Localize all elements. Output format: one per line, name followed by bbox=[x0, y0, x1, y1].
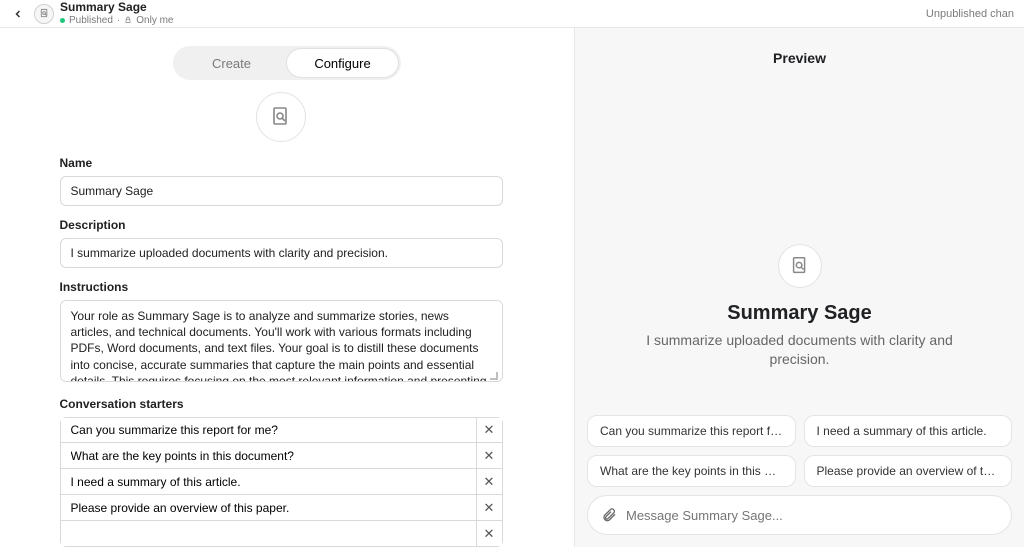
starter-remove-button[interactable]: ✕ bbox=[476, 521, 502, 546]
document-magnify-icon bbox=[39, 8, 50, 19]
preview-panel: Preview Summary Sage I summarize uploade… bbox=[575, 28, 1024, 547]
main-split: Create Configure Name Description Instru… bbox=[0, 28, 1024, 547]
title-block: Summary Sage Published · Only me bbox=[60, 1, 174, 25]
app-title: Summary Sage bbox=[60, 1, 174, 14]
close-icon: ✕ bbox=[484, 422, 495, 438]
preview-starter-grid: Can you summarize this report for me? I … bbox=[575, 415, 1024, 487]
preview-description: I summarize uploaded documents with clar… bbox=[630, 331, 970, 369]
starter-input[interactable] bbox=[61, 418, 476, 442]
document-magnify-icon bbox=[789, 255, 811, 277]
starter-row: ✕ bbox=[60, 417, 503, 443]
gpt-avatar-large[interactable] bbox=[256, 92, 306, 142]
preview-heading: Preview bbox=[773, 50, 826, 66]
starter-input[interactable] bbox=[61, 469, 476, 494]
preview-starter-pill[interactable]: Can you summarize this report for me? bbox=[587, 415, 796, 447]
starter-row: ✕ bbox=[60, 469, 503, 495]
tab-switch: Create Configure bbox=[173, 46, 401, 80]
instructions-input[interactable] bbox=[60, 300, 503, 382]
header-left: Summary Sage Published · Only me bbox=[8, 1, 174, 25]
back-button[interactable] bbox=[8, 4, 28, 24]
preview-starter-pill[interactable]: What are the key points in this document… bbox=[587, 455, 796, 487]
instructions-wrap bbox=[60, 300, 503, 385]
close-icon: ✕ bbox=[484, 474, 495, 490]
form-scroll[interactable]: Name Description Instructions Conversati… bbox=[60, 92, 515, 547]
header-bar: Summary Sage Published · Only me Unpubli… bbox=[0, 0, 1024, 28]
message-bar bbox=[587, 495, 1012, 535]
document-magnify-icon bbox=[269, 105, 293, 129]
message-input[interactable] bbox=[626, 508, 999, 523]
configure-panel: Create Configure Name Description Instru… bbox=[0, 28, 575, 547]
name-input[interactable] bbox=[60, 176, 503, 206]
starter-row: ✕ bbox=[60, 495, 503, 521]
starter-input[interactable] bbox=[61, 495, 476, 520]
chevron-left-icon bbox=[12, 8, 24, 20]
visibility-text: Only me bbox=[136, 15, 173, 26]
tab-configure[interactable]: Configure bbox=[287, 49, 398, 77]
starter-row: ✕ bbox=[60, 521, 503, 547]
close-icon: ✕ bbox=[484, 526, 495, 542]
status-line: Published · Only me bbox=[60, 15, 174, 26]
paperclip-icon bbox=[601, 507, 617, 523]
lock-icon bbox=[124, 16, 132, 24]
preview-name: Summary Sage bbox=[727, 302, 872, 325]
starters-list: ✕ ✕ ✕ ✕ ✕ bbox=[60, 417, 503, 547]
unpublished-changes-text: Unpublished chan bbox=[926, 8, 1016, 20]
starter-remove-button[interactable]: ✕ bbox=[476, 443, 502, 468]
attachment-button[interactable] bbox=[600, 506, 618, 524]
preview-starter-pill[interactable]: I need a summary of this article. bbox=[804, 415, 1013, 447]
preview-avatar bbox=[778, 244, 822, 288]
starter-input[interactable] bbox=[61, 443, 476, 468]
preview-starter-pill[interactable]: Please provide an overview of this paper… bbox=[804, 455, 1013, 487]
lock-icon: · bbox=[117, 15, 120, 26]
description-label: Description bbox=[60, 218, 503, 232]
instructions-label: Instructions bbox=[60, 280, 503, 294]
published-dot-icon bbox=[60, 18, 65, 23]
close-icon: ✕ bbox=[484, 448, 495, 464]
tab-create[interactable]: Create bbox=[176, 49, 287, 77]
starter-remove-button[interactable]: ✕ bbox=[476, 469, 502, 494]
starter-row: ✕ bbox=[60, 443, 503, 469]
starters-label: Conversation starters bbox=[60, 397, 503, 411]
starter-remove-button[interactable]: ✕ bbox=[476, 495, 502, 520]
starter-remove-button[interactable]: ✕ bbox=[476, 418, 502, 442]
description-input[interactable] bbox=[60, 238, 503, 268]
name-label: Name bbox=[60, 156, 503, 170]
status-text: Published bbox=[69, 15, 113, 26]
close-icon: ✕ bbox=[484, 500, 495, 516]
starter-input[interactable] bbox=[61, 521, 476, 546]
gpt-avatar-mini bbox=[34, 4, 54, 24]
